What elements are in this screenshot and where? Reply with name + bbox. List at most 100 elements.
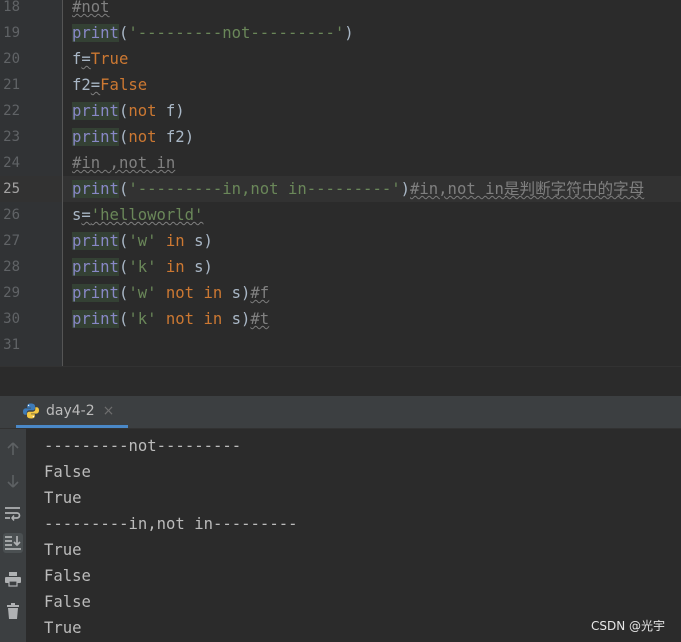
- keyword-not: not: [165, 284, 195, 302]
- python-icon: [23, 403, 39, 418]
- string-literal: 'helloworld': [90, 206, 204, 224]
- keyword-not: not: [128, 128, 157, 146]
- identifier: s: [72, 206, 82, 224]
- code-line[interactable]: #in ,not in: [72, 150, 175, 176]
- identifier: f2: [72, 76, 91, 94]
- code-line[interactable]: print(not f): [72, 98, 185, 124]
- line-number: 19: [3, 25, 20, 41]
- console-line: False: [44, 463, 91, 481]
- paren: ): [184, 128, 195, 146]
- line-number: 27: [3, 233, 20, 249]
- builtin-print: print: [72, 232, 119, 250]
- paren: (: [118, 24, 129, 42]
- identifier: s: [231, 284, 242, 302]
- line-number: 20: [3, 51, 20, 67]
- line-number: 24: [3, 155, 20, 171]
- identifier: f: [72, 50, 82, 68]
- comment: #f: [250, 284, 270, 302]
- keyword-in: in: [203, 310, 223, 328]
- paren: ): [400, 180, 410, 198]
- soft-wrap-icon[interactable]: [3, 503, 23, 523]
- splitter-area[interactable]: [0, 367, 681, 396]
- line-number: 22: [3, 103, 20, 119]
- code-line[interactable]: print('w' not in s)#f: [72, 280, 269, 306]
- gutter-separator: [62, 0, 63, 366]
- string-literal: '---------not---------': [128, 24, 345, 42]
- code-line[interactable]: s='helloworld': [72, 202, 203, 228]
- keyword-not: not: [128, 102, 157, 120]
- scroll-to-end-icon[interactable]: [3, 533, 23, 553]
- builtin-print: print: [72, 128, 119, 146]
- code-line-current[interactable]: print('---------in,not in---------')#in,…: [72, 176, 644, 202]
- comment: #in,not in是判断字符中的字母: [410, 180, 645, 198]
- code-line[interactable]: print(not f2): [72, 124, 194, 150]
- code-line[interactable]: f=True: [72, 46, 128, 72]
- code-line[interactable]: f2=False: [72, 72, 147, 98]
- paren: ): [344, 24, 354, 42]
- console-line: ---------in,not in---------: [44, 515, 298, 533]
- paren: ): [203, 232, 213, 250]
- paren: ): [241, 284, 251, 302]
- operator: =: [81, 50, 91, 68]
- operator: =: [81, 206, 91, 224]
- console-line: True: [44, 489, 82, 507]
- close-icon[interactable]: ×: [103, 403, 115, 419]
- operator: =: [90, 76, 101, 94]
- line-number: 18: [3, 0, 20, 15]
- keyword-in: in: [165, 258, 185, 276]
- watermark: CSDN @光宇: [590, 619, 665, 633]
- line-number-current: 25: [3, 181, 20, 197]
- code-line[interactable]: print('k' in s): [72, 254, 213, 280]
- builtin-print: print: [72, 258, 119, 276]
- line-number: 21: [3, 77, 20, 93]
- code-line[interactable]: print('k' not in s)#t: [72, 306, 269, 332]
- string-literal: 'w': [128, 284, 157, 302]
- line-number: 26: [3, 207, 20, 223]
- paren: ): [203, 258, 213, 276]
- console-line: ---------not---------: [44, 437, 242, 455]
- print-icon[interactable]: [3, 569, 23, 589]
- trash-icon[interactable]: [3, 601, 23, 621]
- identifier: f: [165, 102, 176, 120]
- code-line[interactable]: print('---------not---------'): [72, 20, 354, 46]
- keyword-true: True: [90, 50, 129, 68]
- run-tab-label: day4-2: [46, 402, 95, 419]
- builtin-print: print: [72, 180, 119, 198]
- line-number: 31: [3, 337, 20, 353]
- keyword-false: False: [100, 76, 148, 94]
- line-number: 29: [3, 285, 20, 301]
- code-line[interactable]: #not: [72, 0, 110, 20]
- line-number: 28: [3, 259, 20, 275]
- identifier: s: [231, 310, 242, 328]
- code-line[interactable]: print('w' in s): [72, 228, 213, 254]
- identifier: f2: [165, 128, 185, 146]
- comment: #in ,not in: [72, 154, 176, 172]
- paren: (: [118, 284, 129, 302]
- code-editor[interactable]: 18 19 20 21 22 23 24 25 26 27 28 29 30 3…: [0, 0, 681, 366]
- builtin-print: print: [72, 284, 119, 302]
- comment: #t: [250, 310, 270, 328]
- string-literal: '---------in,not in---------': [128, 180, 401, 198]
- paren: ): [241, 310, 251, 328]
- up-arrow-icon[interactable]: [3, 439, 23, 459]
- builtin-print: print: [72, 102, 119, 120]
- keyword-not: not: [165, 310, 195, 328]
- console-output[interactable]: ---------not--------- False True -------…: [26, 429, 681, 642]
- down-arrow-icon[interactable]: [3, 471, 23, 491]
- paren: (: [118, 258, 129, 276]
- console-line: True: [44, 541, 82, 559]
- keyword-in: in: [165, 232, 185, 250]
- run-tab[interactable]: day4-2 ×: [16, 396, 128, 428]
- console-line: True: [44, 619, 82, 637]
- paren: (: [118, 102, 129, 120]
- string-literal: 'w': [128, 232, 157, 250]
- line-number: 30: [3, 311, 20, 327]
